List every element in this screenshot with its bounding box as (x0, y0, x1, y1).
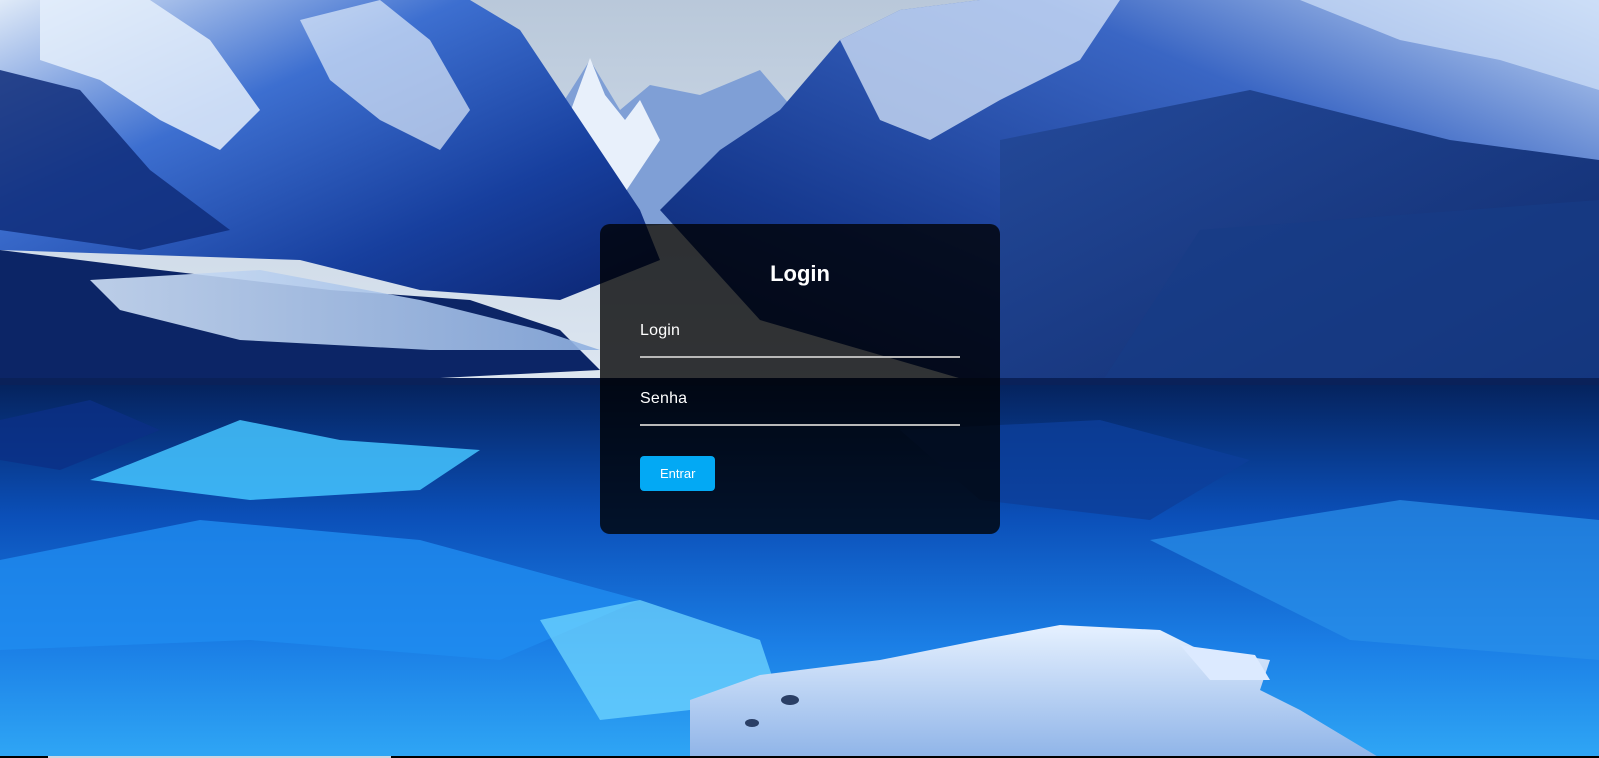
password-field-underline (640, 424, 960, 426)
login-field[interactable]: Login (640, 316, 960, 358)
password-input[interactable] (640, 384, 960, 424)
password-field[interactable]: Senha (640, 384, 960, 426)
login-field-underline (640, 356, 960, 358)
submit-button[interactable]: Entrar (640, 456, 716, 491)
login-input[interactable] (640, 316, 960, 356)
login-page: Login Login Senha Entrar (0, 0, 1599, 758)
login-title: Login (770, 261, 830, 286)
login-panel: Login Login Senha Entrar (600, 224, 1000, 534)
